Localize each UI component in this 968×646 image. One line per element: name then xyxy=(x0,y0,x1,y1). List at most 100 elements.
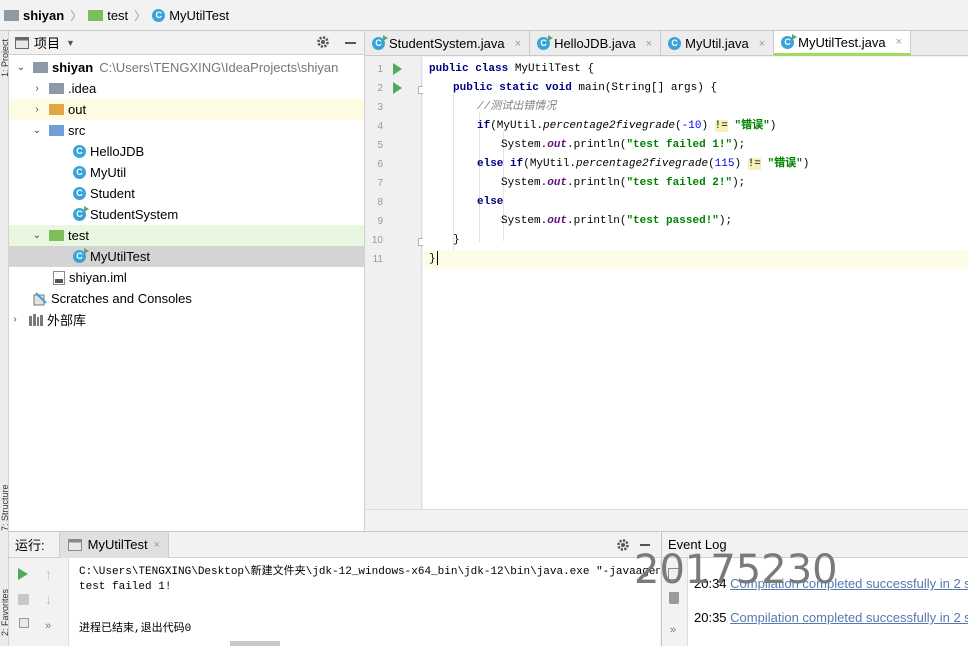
more-icon[interactable]: » xyxy=(45,620,51,632)
runnable-class-icon: C xyxy=(73,206,89,221)
tree-item-test-class[interactable]: C MyUtilTest xyxy=(9,246,364,267)
tab-label: StudentSystem.java xyxy=(389,36,505,51)
run-icon[interactable] xyxy=(393,82,402,94)
tree-class-label: MyUtil xyxy=(90,165,127,180)
line-number: 2 xyxy=(377,83,383,94)
code-static-field: out xyxy=(547,139,568,151)
chevron-down-icon[interactable]: ▼ xyxy=(66,38,75,48)
code-line: if(MyUtil.percentage2fivegrade(-10) != "… xyxy=(423,117,776,136)
tree-item-out[interactable]: › out xyxy=(9,99,364,120)
editor-breadcrumb-strip xyxy=(365,509,968,531)
tree-item-class[interactable]: C StudentSystem xyxy=(9,204,364,225)
code-string: "错误" xyxy=(734,120,770,132)
tab-label: MyUtil.java xyxy=(685,36,749,51)
tree-item-test[interactable]: ⌄ test xyxy=(9,225,364,246)
close-icon[interactable]: × xyxy=(896,36,902,48)
camera-icon[interactable] xyxy=(19,618,29,628)
code-static-field: out xyxy=(547,215,568,227)
code-line: System.out.println("test passed!"); xyxy=(423,212,732,231)
close-icon[interactable]: × xyxy=(154,539,160,551)
code-text: ); xyxy=(732,177,746,189)
chevron-down-icon[interactable]: ⌄ xyxy=(31,230,43,241)
tree-item-class[interactable]: C Student xyxy=(9,183,364,204)
more-icon[interactable]: » xyxy=(670,624,676,636)
chevron-right-icon[interactable]: › xyxy=(9,314,21,325)
tab-hellojdb[interactable]: C HelloJDB.java × xyxy=(530,31,662,56)
console-output[interactable]: C:\Users\TENGXING\Desktop\新建文件夹\jdk-12_w… xyxy=(70,558,660,646)
project-view-icon xyxy=(15,36,29,49)
close-icon[interactable]: × xyxy=(646,38,652,50)
minimize-icon[interactable] xyxy=(345,42,356,44)
tree-item-scratches[interactable]: Scratches and Consoles xyxy=(9,288,364,309)
tree-class-label: HelloJDB xyxy=(90,144,145,159)
line-number: 1 xyxy=(377,64,383,75)
arrow-down-icon[interactable]: ↓ xyxy=(45,591,52,607)
gear-icon[interactable] xyxy=(316,35,330,49)
code-string: "错误" xyxy=(767,158,803,170)
code-line: public class MyUtilTest { xyxy=(423,60,594,79)
tree-libraries-label: 外部库 xyxy=(47,313,87,328)
breadcrumb-folder[interactable]: test xyxy=(88,0,128,30)
tree-item-class[interactable]: C MyUtil xyxy=(9,162,364,183)
tree-item-idea[interactable]: › .idea xyxy=(9,78,364,99)
breadcrumb-project-label: shiyan xyxy=(23,7,65,23)
horizontal-scrollbar[interactable] xyxy=(230,641,280,646)
code-text: ) xyxy=(734,158,748,170)
editor-gutter[interactable]: 1 2 3 4 5 6 7 8 9 10 11 xyxy=(365,57,426,509)
code-keyword: else if xyxy=(477,158,524,170)
tree-class-label: Student xyxy=(90,186,135,201)
run-panel-label: 运行: xyxy=(15,538,45,553)
close-icon[interactable]: × xyxy=(515,38,521,50)
chevron-right-icon: 〉 xyxy=(70,8,83,23)
project-panel-title[interactable]: 项目 xyxy=(34,33,60,52)
code-text: .println( xyxy=(567,139,627,151)
breadcrumb-file[interactable]: C MyUtilTest xyxy=(152,0,229,30)
tab-myutiltest[interactable]: C MyUtilTest.java × xyxy=(774,31,912,56)
code-string: "test passed!" xyxy=(626,215,719,227)
favorites-tool-button[interactable]: 2: Favorites xyxy=(0,566,9,636)
tree-item-src[interactable]: ⌄ src xyxy=(9,120,364,141)
line-number: 6 xyxy=(377,159,383,170)
code-keyword: public static void xyxy=(453,82,579,94)
run-panel-header: 运行: MyUtilTest × xyxy=(9,531,660,558)
run-icon[interactable] xyxy=(393,63,402,75)
tab-myutil[interactable]: C MyUtil.java × xyxy=(661,31,775,56)
folder-icon xyxy=(49,83,64,94)
code-line: //测试出错情况 xyxy=(423,98,556,117)
tree-root-path: C:\Users\TENGXING\IdeaProjects\shiyan xyxy=(99,60,339,75)
tree-item-root[interactable]: ⌄ shiyan C:\Users\TENGXING\IdeaProjects\… xyxy=(9,57,364,78)
project-tool-button[interactable]: 1: Project xyxy=(0,37,9,77)
tab-label: MyUtilTest.java xyxy=(798,34,886,50)
breadcrumb-file-label: MyUtilTest xyxy=(169,7,230,23)
close-icon[interactable]: × xyxy=(759,38,765,50)
arrow-up-icon[interactable]: ↑ xyxy=(45,566,52,582)
gear-icon[interactable] xyxy=(616,538,630,552)
breadcrumb-project[interactable]: shiyan xyxy=(4,0,64,30)
structure-tool-button[interactable]: 7: Structure xyxy=(0,451,9,531)
event-message-link[interactable]: Compilation completed successfully in 2 … xyxy=(730,610,968,625)
breadcrumb-folder-label: test xyxy=(107,7,129,23)
tree-scratches-label: Scratches and Consoles xyxy=(51,291,192,306)
stop-icon[interactable] xyxy=(18,594,29,605)
code-method: percentage2fivegrade xyxy=(576,158,709,170)
run-tab-myutiltest[interactable]: MyUtilTest × xyxy=(58,531,170,558)
runnable-class-icon: C xyxy=(73,248,89,263)
tree-item-class[interactable]: C HelloJDB xyxy=(9,141,364,162)
code-line: else if(MyUtil.percentage2fivegrade(115)… xyxy=(423,155,809,174)
trash-icon[interactable] xyxy=(669,592,679,604)
chevron-right-icon[interactable]: › xyxy=(31,104,43,115)
chevron-down-icon[interactable]: ⌄ xyxy=(31,125,43,136)
tree-src-label: src xyxy=(68,123,86,138)
class-icon: C xyxy=(668,37,682,50)
chevron-right-icon[interactable]: › xyxy=(31,83,43,94)
tree-item-libraries[interactable]: › 外部库 xyxy=(9,309,364,330)
code-editor[interactable]: public class MyUtilTest { public static … xyxy=(423,57,968,509)
minimize-icon[interactable] xyxy=(640,544,650,546)
tab-studentsystem[interactable]: C StudentSystem.java × xyxy=(365,31,531,56)
tree-item-iml[interactable]: shiyan.iml xyxy=(9,267,364,288)
rerun-icon[interactable] xyxy=(18,568,28,580)
chevron-down-icon[interactable]: ⌄ xyxy=(15,62,27,73)
line-number: 10 xyxy=(371,235,383,246)
code-text: (MyUtil. xyxy=(523,158,577,170)
code-line: } xyxy=(423,231,460,250)
